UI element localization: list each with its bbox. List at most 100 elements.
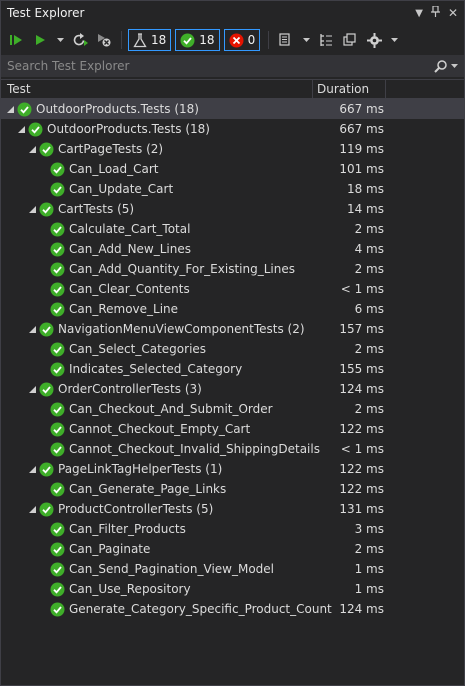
test-duration: 1 ms [354,582,384,596]
test-duration: 1 ms [354,562,384,576]
test-group-row[interactable]: OrderControllerTests (3) 124 ms [1,379,464,399]
test-row[interactable]: Can_Select_Categories 2 ms [1,339,464,359]
duration-column-header[interactable]: Duration [313,80,386,98]
test-duration: < 1 ms [340,442,384,456]
test-duration: 4 ms [354,242,384,256]
test-row[interactable]: Can_Load_Cart 101 ms [1,159,464,179]
playlist-icon [279,33,290,46]
test-row[interactable]: Can_Paginate 2 ms [1,539,464,559]
expand-triangle-icon[interactable] [27,504,37,514]
window-controls: ▼ ✕ [415,5,458,20]
passed-icon [50,402,65,417]
passed-icon [39,202,54,217]
passed-icon [50,182,65,197]
expand-triangle-icon[interactable] [27,144,37,154]
test-name: OutdoorProducts.Tests (18) [47,122,210,136]
test-row[interactable]: Can_Send_Pagination_View_Model 1 ms [1,559,464,579]
search-input[interactable] [7,59,387,73]
test-row[interactable]: Indicates_Selected_Category 155 ms [1,359,464,379]
passed-icon [50,282,65,297]
dropdown-icon[interactable]: ▼ [415,8,423,19]
test-column-header[interactable]: Test [1,80,313,98]
expand-triangle-icon[interactable] [27,204,37,214]
group-by-button[interactable] [315,29,337,51]
test-row[interactable]: Can_Clear_Contents < 1 ms [1,279,464,299]
run-button[interactable] [29,29,51,51]
settings-dropdown-button[interactable] [387,29,401,51]
passed-icon [50,522,65,537]
test-group-row[interactable]: PageLinkTagHelperTests (1) 122 ms [1,459,464,479]
settings-button[interactable] [363,29,385,51]
passed-icon [50,262,65,277]
test-group-row[interactable]: CartPageTests (2) 119 ms [1,139,464,159]
test-row[interactable]: Calculate_Cart_Total 2 ms [1,219,464,239]
passed-icon [50,562,65,577]
expand-triangle-icon[interactable] [27,384,37,394]
passed-icon [39,142,54,157]
test-row[interactable]: Can_Use_Repository 1 ms [1,579,464,599]
total-tests-counter[interactable]: 18 [128,29,172,51]
test-group-row[interactable]: OutdoorProducts.Tests (18) 667 ms [1,119,464,139]
test-duration: 122 ms [339,482,384,496]
run-all-button[interactable] [5,29,27,51]
passed-icon [28,122,43,137]
close-icon[interactable]: ✕ [448,6,458,20]
chevron-down-icon [302,38,310,42]
test-group-row[interactable]: ProductControllerTests (5) 131 ms [1,499,464,519]
passed-icon [50,362,65,377]
test-row[interactable]: Can_Filter_Products 3 ms [1,519,464,539]
test-name: Can_Filter_Products [69,522,186,536]
test-duration: 14 ms [346,202,384,216]
expand-triangle-icon[interactable] [5,104,15,114]
test-row[interactable]: Generate_Category_Specific_Product_Count… [1,599,464,619]
expand-triangle-icon[interactable] [16,124,26,134]
test-row[interactable]: Cannot_Checkout_Invalid_ShippingDetails <… [1,439,464,459]
test-group-row[interactable]: OutdoorProducts.Tests (18) 667 ms [1,99,464,119]
test-name: Generate_Category_Specific_Product_Count [69,602,332,616]
failed-tests-counter[interactable]: 0 [223,29,261,51]
chevron-down-icon[interactable] [451,64,458,68]
test-group-row[interactable]: CartTests (5) 14 ms [1,199,464,219]
test-duration: 131 ms [339,502,384,516]
test-row[interactable]: Can_Update_Cart 18 ms [1,179,464,199]
test-name: Can_Send_Pagination_View_Model [69,562,275,576]
passed-icon [50,342,65,357]
test-row[interactable]: Cannot_Checkout_Empty_Cart 122 ms [1,419,464,439]
test-duration: 2 ms [354,262,384,276]
test-group-row[interactable]: NavigationMenuViewComponentTests (2) 157 … [1,319,464,339]
expand-triangle-icon[interactable] [27,324,37,334]
test-name: Indicates_Selected_Category [69,362,243,376]
passed-icon [50,222,65,237]
window-title: Test Explorer [7,6,85,20]
search-icon[interactable] [434,59,447,73]
test-name: Calculate_Cart_Total [69,222,191,236]
test-row[interactable]: Can_Remove_Line 6 ms [1,299,464,319]
test-duration: 155 ms [339,362,384,376]
test-name: Can_Remove_Line [69,302,179,316]
test-row[interactable]: Can_Add_Quantity_For_Existing_Lines 2 ms [1,259,464,279]
repeat-last-run-button[interactable] [69,29,91,51]
test-row[interactable]: Can_Add_New_Lines 4 ms [1,239,464,259]
test-row[interactable]: Can_Checkout_And_Submit_Order 2 ms [1,399,464,419]
playlist-dropdown-button[interactable] [299,29,313,51]
playlist-button[interactable] [275,29,297,51]
passed-tests-counter[interactable]: 18 [175,29,220,51]
test-row[interactable]: Can_Generate_Page_Links 122 ms [1,479,464,499]
failed-count: 0 [247,33,256,47]
run-dropdown-button[interactable] [53,29,67,51]
run-all-icon [10,35,22,45]
cancel-run-button[interactable] [93,29,115,51]
expand-triangle-icon[interactable] [27,464,37,474]
pin-icon[interactable] [430,5,440,20]
test-duration: 157 ms [339,322,384,336]
passed-icon [39,502,54,517]
collapse-all-button[interactable] [339,29,361,51]
test-duration: 124 ms [339,382,384,396]
toolbar: 18 18 0 [1,25,464,55]
